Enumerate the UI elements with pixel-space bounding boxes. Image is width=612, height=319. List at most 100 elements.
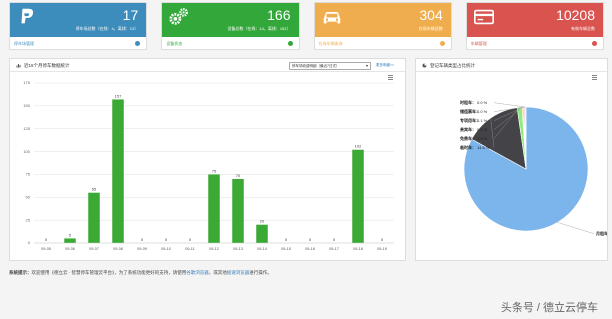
y-tick-label: 125 <box>23 126 30 131</box>
x-tick-label: 09-13 <box>233 247 243 251</box>
data-label: 0 <box>165 237 168 242</box>
card-valid-vehicles[interactable]: 10208 有效车辆总数 车辆管理 <box>465 2 604 50</box>
slice-value: 1.3 % <box>477 136 488 141</box>
notice-text: 进行操作。 <box>249 270 272 275</box>
card-number: 17 <box>122 7 139 23</box>
bar <box>352 149 364 243</box>
x-tick-label: 09-11 <box>185 247 194 251</box>
data-label: 0 <box>333 237 336 242</box>
y-tick-label: 25 <box>26 217 31 222</box>
menu-icon[interactable] <box>388 75 393 80</box>
panel-title: 登记车辆类型占比统计 <box>430 63 475 68</box>
x-tick-label: 09-05 <box>41 247 51 251</box>
y-tick-label: 175 <box>23 80 30 85</box>
data-label: 0 <box>285 237 288 242</box>
slice-value: 0.2 % <box>477 127 488 132</box>
speed-browser-link[interactable]: 极速浏览器 <box>227 270 250 275</box>
x-tick-label: 09-09 <box>137 247 147 251</box>
arrow-circle-icon[interactable] <box>439 41 445 46</box>
slice-label: 时租车： <box>460 99 476 105</box>
data-label: 102 <box>355 144 362 149</box>
chrome-link[interactable]: 谷歌浏览器 <box>186 270 209 275</box>
arrow-circle-icon[interactable] <box>592 41 597 46</box>
x-tick-label: 09-15 <box>281 247 291 251</box>
menu-line <box>592 77 597 78</box>
data-label: 0 <box>309 237 312 242</box>
panel-header: 近15个月停车数据统计 停车场收费明细（最近7日式） 更多明细>> <box>10 59 405 72</box>
panel-header: 登记车辆类型占比统计 <box>416 59 607 72</box>
x-tick-label: 09-17 <box>329 247 339 251</box>
bar <box>88 192 100 243</box>
bar-chart-panel: 近15个月停车数据统计 停车场收费明细（最近7日式） 更多明细>> 0 25 50 7… <box>9 58 406 261</box>
more-details-link[interactable]: 更多明细>> <box>376 63 394 68</box>
x-tick-label: 09-12 <box>209 247 219 251</box>
slice-label: 临时车： <box>460 144 476 150</box>
slice-value: 0.0 % <box>477 109 488 114</box>
card-link[interactable]: 设备状态 <box>166 41 182 47</box>
bar-chart-icon <box>16 64 21 68</box>
card-top: 17 停车场总数（在线：4，离线：13） <box>10 3 147 37</box>
card-subtitle: 设备总数（在线：14，离线：152） <box>227 26 291 31</box>
data-label: 0 <box>45 237 48 242</box>
paypal-icon <box>21 8 34 24</box>
x-tick-label: 09-07 <box>89 247 99 251</box>
menu-line <box>592 79 597 80</box>
panel-title: 近15个月停车数据统计 <box>24 63 70 68</box>
x-tick-label: 09-08 <box>113 247 123 251</box>
bar <box>256 224 268 243</box>
menu-line <box>388 75 393 76</box>
data-label: 75 <box>212 168 217 173</box>
data-label: 5 <box>69 232 72 237</box>
y-tick-label: 50 <box>26 194 31 199</box>
card-link[interactable]: 停车场管理 <box>14 41 34 47</box>
chart-type-select[interactable]: 停车场收费明细（最近7日式） <box>289 62 371 70</box>
slice-value: 0.1 % <box>477 118 488 123</box>
bar-chart: 0 25 50 75 100 125 150 175 0 09-05 5 09-06 55 09-07 15… <box>23 75 394 251</box>
stat-cards: 17 停车场总数（在线：4，离线：13） 停车场管理 166 设备总数（在线：1… <box>9 2 604 50</box>
x-tick-label: 09-19 <box>377 247 387 251</box>
y-tick-label: 100 <box>23 149 30 154</box>
card-parking-lots[interactable]: 17 停车场总数（在线：4，离线：13） 停车场管理 <box>9 2 148 50</box>
slice-value: 0.0 % <box>477 100 488 105</box>
x-tick-label: 09-18 <box>353 247 363 251</box>
credit-card-icon <box>473 9 494 25</box>
system-notice: 系统提示：欢迎使用《德立云 · 智慧停车管理云平台》，为了系统功能更好的支持，请… <box>9 270 272 276</box>
menu-line <box>388 77 393 78</box>
arrow-circle-icon[interactable] <box>287 41 293 46</box>
x-tick-label: 09-10 <box>161 247 171 251</box>
y-tick-label: 0 <box>28 240 31 245</box>
card-devices[interactable]: 166 设备总数（在线：14，离线：152） 设备状态 <box>161 2 300 50</box>
y-tick-label: 150 <box>23 103 30 108</box>
label-connector <box>493 102 526 108</box>
slice-value: 14.8 % <box>477 145 490 150</box>
data-label: 157 <box>115 93 122 98</box>
menu-line <box>388 79 393 80</box>
card-vehicles-present[interactable]: 304 在场车辆总数 在场车辆查询 <box>313 2 452 50</box>
pie-chart-panel: 登记车辆类型占比统计 月租车：83.4 %临时车：14.8 %免费车：1.3 %… <box>415 58 608 261</box>
pie-chart: 月租车：83.4 %临时车：14.8 %免费车：1.3 %贵宾车：0.2 %专项… <box>460 75 607 236</box>
gears-icon <box>169 8 189 25</box>
notice-label: 系统提示： <box>9 270 32 275</box>
pie-chart-icon <box>422 63 427 68</box>
card-top: 10208 有效车辆总数 <box>466 3 603 37</box>
card-top: 304 在场车辆总数 <box>314 3 451 37</box>
arrow-circle-icon[interactable] <box>135 41 141 46</box>
watermark: 头条号 / 德立云停车 <box>500 302 598 314</box>
label-connector <box>557 222 595 234</box>
x-tick-label: 09-16 <box>305 247 315 251</box>
data-label: 0 <box>381 237 384 242</box>
card-number: 166 <box>267 7 291 23</box>
slice-label: 月租车： <box>595 230 607 236</box>
card-link[interactable]: 在场车辆查询 <box>319 41 343 47</box>
data-label: 0 <box>141 237 144 242</box>
bar <box>232 179 244 243</box>
x-tick-label: 09-14 <box>257 247 267 251</box>
y-tick-label: 75 <box>26 172 31 177</box>
data-label: 20 <box>260 219 265 224</box>
card-subtitle: 有效车辆总数 <box>571 26 595 31</box>
data-label: 0 <box>189 237 192 242</box>
notice-text: ，或其他 <box>208 270 227 275</box>
menu-icon[interactable] <box>592 75 597 80</box>
card-link[interactable]: 车辆管理 <box>471 41 487 47</box>
notice-text: 欢迎使用《德立云 · 智慧停车管理云平台》，为了系统功能更好的支持，请使用 <box>31 270 187 275</box>
